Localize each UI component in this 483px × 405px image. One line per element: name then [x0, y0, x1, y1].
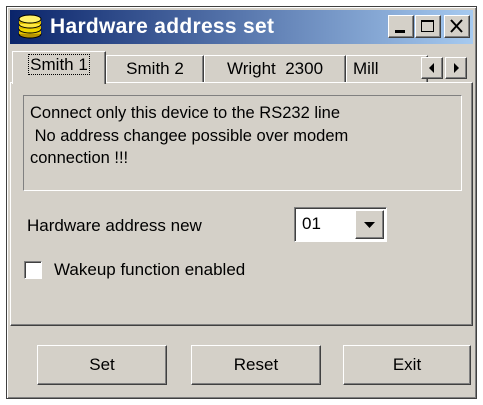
tab-strip: Smith 1 Smith 2 Wright 2300 Mill: [10, 49, 473, 84]
exit-button-label: Exit: [392, 355, 422, 374]
maximize-icon: [421, 20, 434, 32]
tab-scroll-right-button[interactable]: [445, 57, 467, 79]
set-button-label: Set: [89, 355, 115, 374]
tab-smith-1[interactable]: Smith 1: [12, 51, 106, 84]
tab-page: Connect only this device to the RS232 li…: [10, 82, 473, 326]
scroll-right-icon: [454, 63, 459, 73]
database-coins-icon: [18, 14, 42, 39]
tab-scroll-left-button[interactable]: [421, 57, 443, 79]
tab-mill[interactable]: Mill: [346, 55, 428, 83]
close-button[interactable]: [444, 15, 470, 38]
info-line-1: Connect only this device to the RS232 li…: [30, 104, 341, 122]
hardware-address-window: Hardware address set Smith 1 Smith 2 Wri…: [6, 6, 477, 399]
hardware-address-value: 01: [302, 214, 321, 233]
info-line-2: No address changee possible over modem: [30, 126, 349, 145]
reset-button-label: Reset: [233, 355, 279, 374]
chevron-down-icon: [364, 222, 375, 228]
reset-button[interactable]: Reset: [191, 345, 321, 385]
info-line-3: connection !!!: [30, 149, 129, 167]
tab-label: Mill: [353, 59, 379, 78]
scroll-left-icon: [429, 63, 434, 73]
tab-label: Wright 2300: [226, 59, 324, 78]
hardware-address-select[interactable]: 01: [294, 207, 387, 242]
hardware-address-label: Hardware address new: [27, 216, 202, 235]
info-panel: Connect only this device to the RS232 li…: [23, 95, 462, 191]
exit-button[interactable]: Exit: [343, 345, 471, 385]
tab-label: Smith 2: [126, 59, 184, 78]
maximize-button[interactable]: [415, 15, 441, 38]
tab-smith-2[interactable]: Smith 2: [106, 55, 204, 83]
tab-wright-2300[interactable]: Wright 2300: [204, 55, 346, 83]
title-bar[interactable]: Hardware address set: [10, 10, 473, 44]
wakeup-checkbox-label[interactable]: Wakeup function enabled: [54, 260, 245, 280]
close-icon: [450, 19, 463, 33]
wakeup-checkbox[interactable]: [24, 261, 42, 279]
minimize-icon: [395, 30, 405, 33]
window-title: Hardware address set: [50, 15, 275, 38]
minimize-button[interactable]: [388, 15, 414, 38]
tab-label: Smith 1: [28, 54, 90, 75]
dropdown-button[interactable]: [355, 210, 384, 239]
set-button[interactable]: Set: [37, 345, 167, 385]
